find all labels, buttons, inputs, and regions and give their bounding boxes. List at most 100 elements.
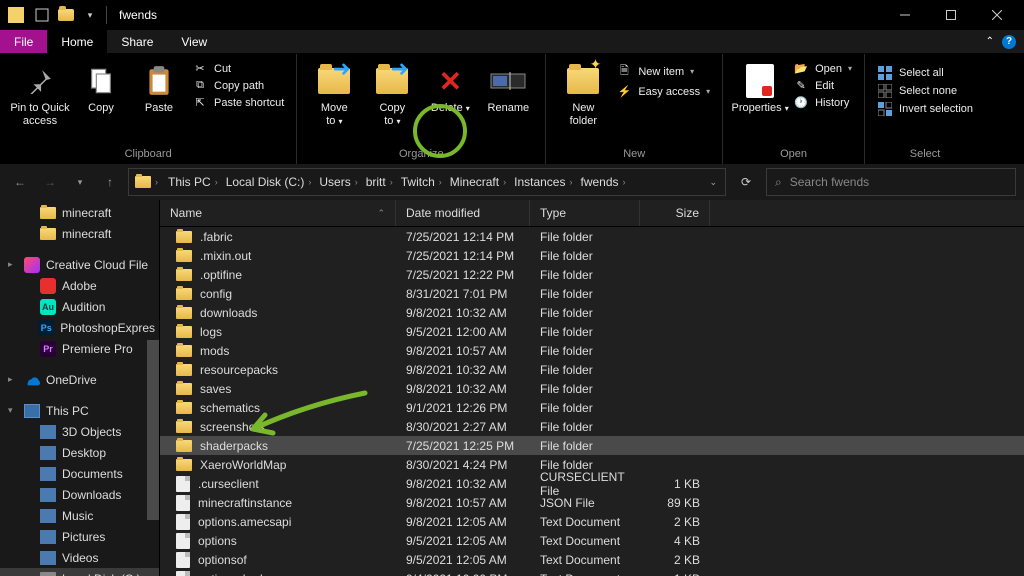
qat-properties-icon[interactable] bbox=[34, 7, 50, 23]
file-row[interactable]: .mixin.out7/25/2021 12:14 PMFile folder bbox=[160, 246, 1024, 265]
tree-node[interactable]: 3D Objects bbox=[0, 421, 159, 442]
copy-path-button[interactable]: ⧉Copy path bbox=[192, 79, 284, 92]
file-row[interactable]: downloads9/8/2021 10:32 AMFile folder bbox=[160, 303, 1024, 322]
refresh-button[interactable]: ⟳ bbox=[732, 168, 760, 196]
tree-label: Music bbox=[62, 509, 93, 523]
file-row[interactable]: options.amecsapi9/8/2021 12:05 AMText Do… bbox=[160, 512, 1024, 531]
forward-button[interactable]: → bbox=[38, 170, 62, 194]
properties-button[interactable]: Properties ▾ bbox=[731, 58, 789, 148]
minimize-button[interactable] bbox=[882, 0, 928, 30]
col-date[interactable]: Date modified bbox=[396, 200, 530, 226]
file-row[interactable]: saves9/8/2021 10:32 AMFile folder bbox=[160, 379, 1024, 398]
search-box[interactable]: ⌕ Search fwends bbox=[766, 168, 1016, 196]
paste-shortcut-button[interactable]: ⇱Paste shortcut bbox=[192, 96, 284, 109]
recent-dropdown[interactable]: ▾ bbox=[68, 170, 92, 194]
file-type: File folder bbox=[530, 249, 640, 263]
file-row[interactable]: mods9/8/2021 10:57 AMFile folder bbox=[160, 341, 1024, 360]
move-to-button[interactable]: ➜ Move to ▾ bbox=[305, 58, 363, 148]
file-row[interactable]: .curseclient9/8/2021 10:32 AMCURSECLIENT… bbox=[160, 474, 1024, 493]
maximize-button[interactable] bbox=[928, 0, 974, 30]
address-dropdown-icon[interactable]: ⌄ bbox=[709, 177, 717, 188]
history-button[interactable]: 🕐History bbox=[793, 96, 852, 109]
tree-node[interactable]: Music bbox=[0, 505, 159, 526]
copy-to-button[interactable]: ➜ Copy to ▾ bbox=[363, 58, 421, 148]
select-none-button[interactable]: Select none bbox=[877, 84, 973, 98]
tree-node[interactable]: AuAudition bbox=[0, 296, 159, 317]
breadcrumb-segment[interactable]: Instances› bbox=[510, 175, 576, 189]
tree-node[interactable]: ▾This PC bbox=[0, 400, 159, 421]
breadcrumb-segment[interactable]: Local Disk (C:)› bbox=[222, 175, 316, 189]
pin-to-quick-access-button[interactable]: Pin to Quick access bbox=[8, 58, 72, 148]
file-name: .fabric bbox=[200, 230, 233, 244]
breadcrumb-segment[interactable]: Twitch› bbox=[397, 175, 446, 189]
tab-file[interactable]: File bbox=[0, 30, 47, 53]
file-type: File folder bbox=[530, 363, 640, 377]
col-name[interactable]: Name⌃ bbox=[160, 200, 396, 226]
invert-selection-button[interactable]: Invert selection bbox=[877, 102, 973, 116]
group-clipboard: Pin to Quick access Copy Paste ✂Cut ⧉Cop… bbox=[0, 54, 297, 164]
tree-node[interactable]: Downloads bbox=[0, 484, 159, 505]
tree-node[interactable]: minecraft bbox=[0, 223, 159, 244]
tree-node[interactable]: Videos bbox=[0, 547, 159, 568]
qat-dropdown-icon[interactable]: ▾ bbox=[82, 7, 98, 23]
file-row[interactable]: screenshots8/30/2021 2:27 AMFile folder bbox=[160, 417, 1024, 436]
qat-newfolder-icon[interactable] bbox=[58, 7, 74, 23]
tab-home[interactable]: Home bbox=[47, 30, 107, 53]
tree-node[interactable]: minecraft bbox=[0, 202, 159, 223]
breadcrumb-root-icon[interactable]: › bbox=[131, 176, 162, 188]
breadcrumb-segment[interactable]: Minecraft› bbox=[446, 175, 510, 189]
tree-node[interactable]: ▸Creative Cloud File bbox=[0, 254, 159, 275]
col-size[interactable]: Size bbox=[640, 200, 710, 226]
paste-button[interactable]: Paste bbox=[130, 58, 188, 148]
file-row[interactable]: options9/5/2021 12:05 AMText Document4 K… bbox=[160, 531, 1024, 550]
tree-scrollbar[interactable] bbox=[147, 340, 159, 520]
file-date: 9/8/2021 10:32 AM bbox=[396, 382, 530, 396]
rename-button[interactable]: Rename bbox=[479, 58, 537, 148]
file-row[interactable]: .optifine7/25/2021 12:22 PMFile folder bbox=[160, 265, 1024, 284]
close-button[interactable] bbox=[974, 0, 1020, 30]
tree-node[interactable]: Desktop bbox=[0, 442, 159, 463]
easy-access-button[interactable]: ⚡Easy access ▾ bbox=[616, 85, 710, 98]
nav-tree[interactable]: minecraftminecraft ▸Creative Cloud FileAd… bbox=[0, 200, 160, 576]
file-row[interactable]: logs9/5/2021 12:00 AMFile folder bbox=[160, 322, 1024, 341]
file-row[interactable]: minecraftinstance9/8/2021 10:57 AMJSON F… bbox=[160, 493, 1024, 512]
tree-node[interactable]: ▸Local Disk (C:) bbox=[0, 568, 159, 576]
delete-button[interactable]: ✕ Delete ▾ bbox=[421, 58, 479, 148]
breadcrumb-segment[interactable]: fwends› bbox=[576, 175, 629, 189]
help-icon[interactable]: ? bbox=[1002, 35, 1016, 49]
file-row[interactable]: shaderpacks7/25/2021 12:25 PMFile folder bbox=[160, 436, 1024, 455]
tree-label: Desktop bbox=[62, 446, 106, 460]
edit-button[interactable]: ✎Edit bbox=[793, 79, 852, 92]
select-all-button[interactable]: Select all bbox=[877, 66, 973, 80]
file-row[interactable]: optionsof9/5/2021 12:05 AMText Document2… bbox=[160, 550, 1024, 569]
file-row[interactable]: .fabric7/25/2021 12:14 PMFile folder bbox=[160, 227, 1024, 246]
file-row[interactable]: config8/31/2021 7:01 PMFile folder bbox=[160, 284, 1024, 303]
file-row[interactable]: schematics9/1/2021 12:26 PMFile folder bbox=[160, 398, 1024, 417]
up-button[interactable]: ↑ bbox=[98, 170, 122, 194]
tree-node[interactable]: Documents bbox=[0, 463, 159, 484]
tree-node[interactable]: ▸OneDrive bbox=[0, 369, 159, 390]
tab-view[interactable]: View bbox=[167, 30, 221, 53]
group-open-label: Open bbox=[731, 148, 856, 162]
file-row[interactable]: optionsshaders9/4/2021 10:00 PMText Docu… bbox=[160, 569, 1024, 576]
collapse-ribbon-icon[interactable]: ⌃ bbox=[986, 36, 994, 47]
open-button[interactable]: 📂Open ▾ bbox=[793, 62, 852, 75]
file-name: optionsof bbox=[198, 553, 247, 567]
folder-icon bbox=[176, 326, 192, 338]
cut-button[interactable]: ✂Cut bbox=[192, 62, 284, 75]
tree-node[interactable]: Adobe bbox=[0, 275, 159, 296]
tab-share[interactable]: Share bbox=[107, 30, 167, 53]
file-row[interactable]: resourcepacks9/8/2021 10:32 AMFile folde… bbox=[160, 360, 1024, 379]
new-item-button[interactable]: 🗎New item ▾ bbox=[616, 62, 710, 81]
col-type[interactable]: Type bbox=[530, 200, 640, 226]
breadcrumb-segment[interactable]: This PC› bbox=[164, 175, 222, 189]
tree-node[interactable]: Pictures bbox=[0, 526, 159, 547]
tree-node[interactable]: PrPremiere Pro bbox=[0, 338, 159, 359]
tree-node[interactable]: PsPhotoshopExpres bbox=[0, 317, 159, 338]
new-folder-button[interactable]: ✦ New folder bbox=[554, 58, 612, 148]
copy-button[interactable]: Copy bbox=[72, 58, 130, 148]
address-bar[interactable]: › This PC›Local Disk (C:)›Users›britt›Tw… bbox=[128, 168, 726, 196]
back-button[interactable]: ← bbox=[8, 170, 32, 194]
breadcrumb-segment[interactable]: britt› bbox=[362, 175, 397, 189]
breadcrumb-segment[interactable]: Users› bbox=[315, 175, 361, 189]
